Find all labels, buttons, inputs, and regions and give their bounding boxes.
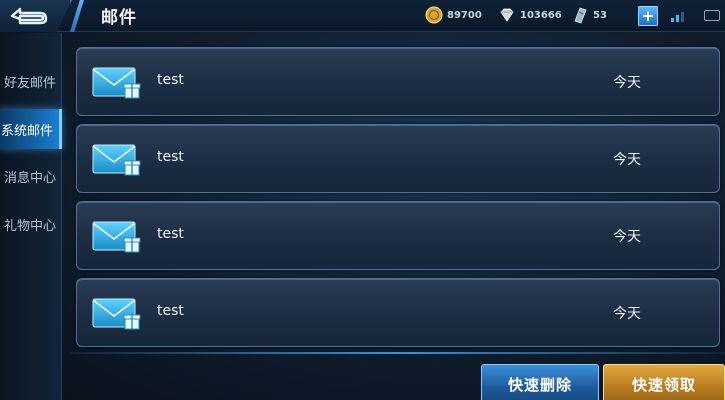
- mail-gift-icon: [92, 67, 141, 99]
- mail-list-item[interactable]: test 今天: [76, 47, 720, 116]
- tab-label: 系统邮件: [0, 123, 53, 139]
- tab-message-center[interactable]: 消息中心: [0, 156, 62, 196]
- gold-counter: 89700: [425, 6, 482, 24]
- header-accent-stripe: [70, 0, 84, 32]
- tab-label: 礼物中心: [3, 218, 56, 234]
- mail-category-sidebar: 好友邮件 系统邮件 消息中心 礼物中心: [0, 33, 62, 400]
- diamond-icon: [500, 8, 514, 22]
- top-bar: 邮件 89700 103666 53: [0, 0, 725, 32]
- diamond-value: 103666: [520, 9, 562, 21]
- mail-list: test 今天 test 今天 test 今天 test 今天: [70, 40, 725, 350]
- mail-gift-icon: [92, 298, 141, 330]
- gold-value: 89700: [447, 9, 482, 21]
- mail-list-item[interactable]: test 今天: [76, 201, 720, 270]
- page-title: 邮件: [101, 8, 137, 28]
- mail-subject: test: [157, 303, 184, 319]
- ticket-value: 53: [593, 9, 607, 21]
- add-currency-button[interactable]: [638, 6, 658, 26]
- quick-delete-button[interactable]: 快速删除: [481, 364, 599, 400]
- mail-date: 今天: [613, 75, 641, 91]
- ticket-counter: 53: [571, 6, 607, 24]
- mail-list-item[interactable]: test 今天: [76, 278, 720, 347]
- mail-date: 今天: [613, 229, 641, 245]
- back-button[interactable]: [0, 0, 72, 32]
- mail-date: 今天: [613, 152, 641, 168]
- quick-claim-button[interactable]: 快速领取: [603, 364, 725, 400]
- signal-icon: [671, 12, 684, 22]
- mail-gift-icon: [92, 144, 141, 176]
- diamond-counter: 103666: [498, 6, 562, 24]
- mail-subject: test: [157, 72, 184, 88]
- tab-system-mail[interactable]: 系统邮件: [0, 109, 62, 149]
- mail-date: 今天: [613, 306, 641, 322]
- back-arrow-icon: [10, 7, 48, 25]
- list-divider: [70, 352, 725, 354]
- tab-friend-mail[interactable]: 好友邮件: [0, 61, 62, 101]
- tab-label: 消息中心: [3, 170, 56, 186]
- tab-label: 好友邮件: [3, 75, 56, 91]
- battery-icon: [704, 10, 720, 21]
- tab-gift-center[interactable]: 礼物中心: [0, 204, 62, 244]
- mail-list-item[interactable]: test 今天: [76, 124, 720, 193]
- mail-gift-icon: [92, 221, 141, 253]
- gold-coin-icon: [425, 6, 443, 24]
- ticket-icon: [574, 7, 587, 24]
- mail-subject: test: [157, 149, 184, 165]
- mail-subject: test: [157, 226, 184, 242]
